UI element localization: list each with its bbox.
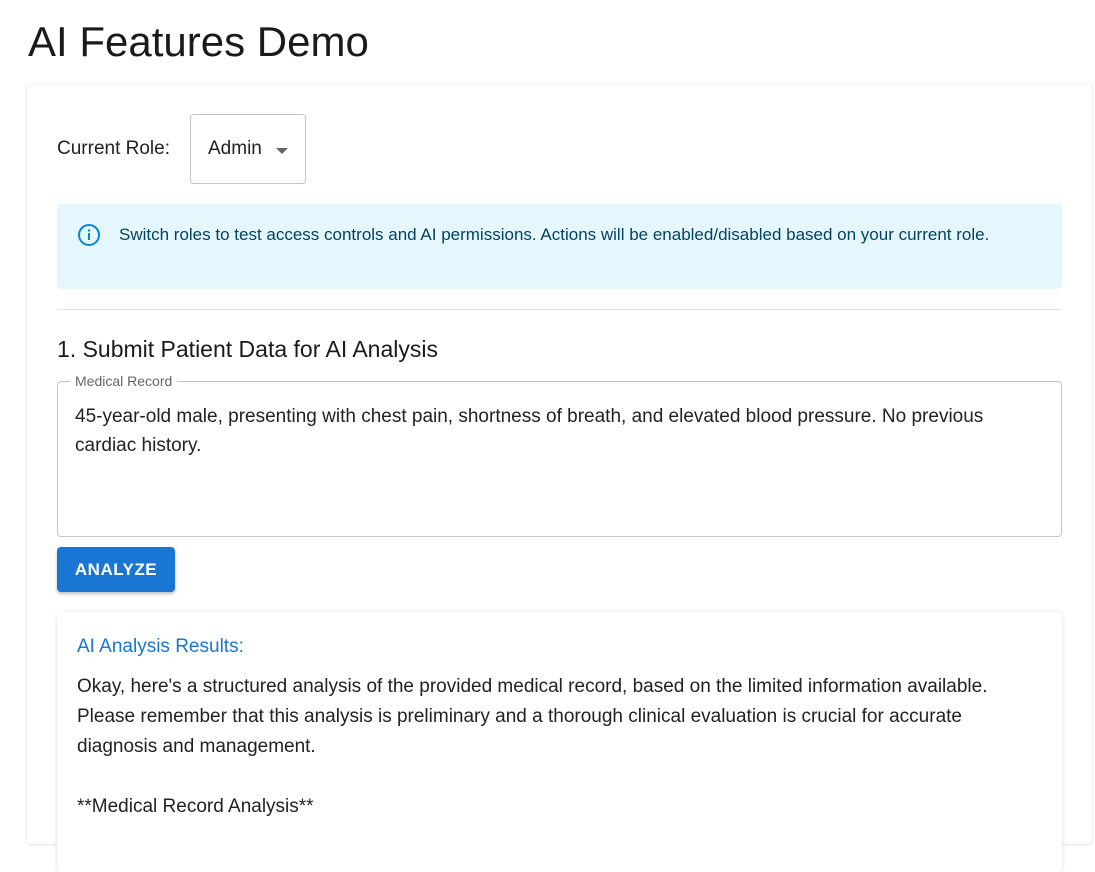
role-label: Current Role: [57, 138, 170, 159]
role-select[interactable]: Admin [190, 114, 306, 184]
results-card: AI Analysis Results: Okay, here's a stru… [57, 612, 1062, 872]
info-circle-icon [78, 224, 100, 246]
page-title: AI Features Demo [28, 18, 369, 65]
divider [57, 309, 1062, 310]
medical-record-field[interactable]: Medical Record 45-year-old male, present… [57, 373, 1062, 537]
medical-record-label: Medical Record [70, 373, 178, 389]
results-title: AI Analysis Results: [77, 636, 244, 657]
medical-record-text[interactable]: 45-year-old male, presenting with chest … [75, 402, 1044, 460]
role-row: Current Role: Admin [57, 114, 306, 184]
info-alert-text: Switch roles to test access controls and… [119, 225, 990, 244]
results-body: Okay, here's a structured analysis of th… [77, 676, 988, 817]
info-alert: Switch roles to test access controls and… [57, 204, 1062, 289]
main-card: Current Role: Admin Switch roles to test… [27, 84, 1092, 872]
dropdown-arrow-icon [276, 148, 288, 154]
section-title: 1. Submit Patient Data for AI Analysis [57, 336, 438, 362]
role-select-value: Admin [208, 138, 262, 159]
analyze-button[interactable]: ANALYZE [57, 547, 175, 592]
